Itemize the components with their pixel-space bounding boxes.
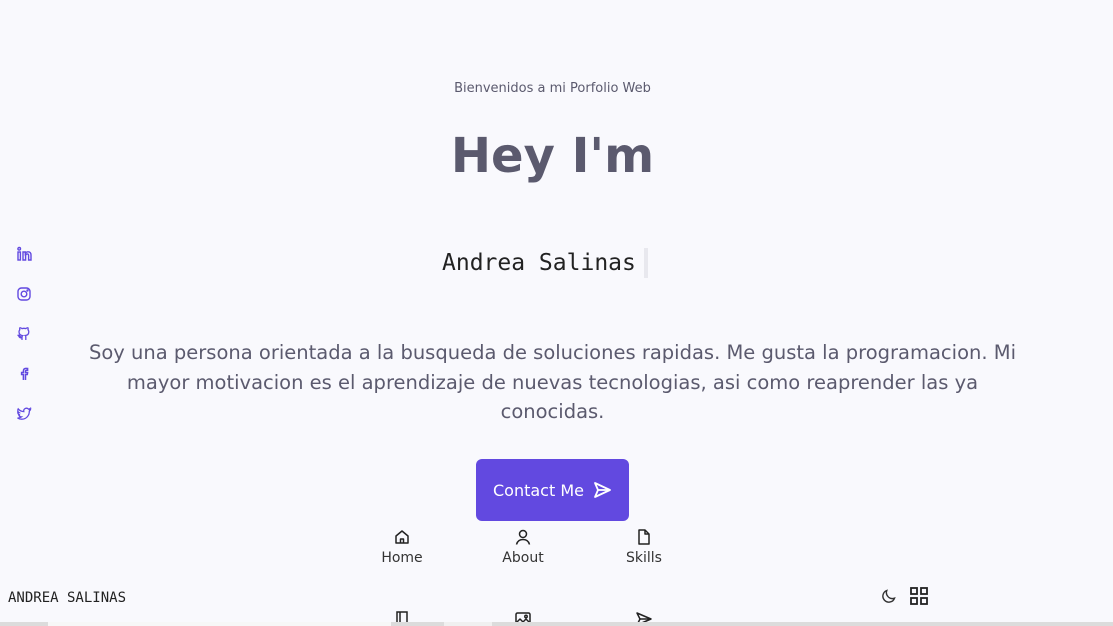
moon-icon <box>882 589 896 603</box>
file-icon <box>638 529 650 545</box>
linkedin-icon <box>17 246 32 261</box>
nav-label-home: Home <box>381 550 423 566</box>
apps-menu-button[interactable] <box>909 586 929 606</box>
typing-caret <box>643 248 648 278</box>
github-link[interactable] <box>14 324 34 344</box>
nav-item-skills[interactable]: Skills <box>594 528 694 566</box>
apps-icon <box>910 587 928 605</box>
facebook-icon <box>20 367 29 380</box>
linkedin-link[interactable] <box>14 244 34 264</box>
typed-name-line: Andrea Salinas <box>442 248 648 278</box>
theme-toggle-button[interactable] <box>880 587 898 605</box>
brand-logo[interactable]: ANDREA SALINAS <box>8 590 126 606</box>
hero-title: Hey I'm <box>450 128 655 184</box>
nav-label-skills: Skills <box>626 550 662 566</box>
social-links <box>14 244 34 424</box>
user-icon <box>515 529 531 545</box>
contact-me-button[interactable]: Contact Me <box>476 459 629 521</box>
scrollbar-segment <box>444 622 492 626</box>
welcome-subtitle: Bienvenidos a mi Porfolio Web <box>454 81 651 96</box>
nav-label-about: About <box>502 550 544 566</box>
facebook-link[interactable] <box>14 364 34 384</box>
nav-item-about[interactable]: About <box>473 528 573 566</box>
contact-me-label: Contact Me <box>493 480 584 500</box>
instagram-icon <box>17 287 31 301</box>
send-icon <box>594 482 611 498</box>
twitter-link[interactable] <box>14 404 34 424</box>
portfolio-page: Bienvenidos a mi Porfolio Web Hey I'm An… <box>0 0 1113 626</box>
twitter-icon <box>17 407 32 420</box>
horizontal-scrollbar[interactable] <box>0 622 1113 626</box>
bottom-nav: Home About Skills <box>352 528 712 626</box>
typed-name: Andrea Salinas <box>442 250 636 276</box>
home-icon <box>395 530 409 544</box>
nav-item-home[interactable]: Home <box>352 528 452 566</box>
hero-description: Soy una persona orientada a la busqueda … <box>88 341 1016 423</box>
instagram-link[interactable] <box>14 284 34 304</box>
scrollbar-thumb[interactable] <box>48 622 391 626</box>
github-icon <box>17 327 30 340</box>
